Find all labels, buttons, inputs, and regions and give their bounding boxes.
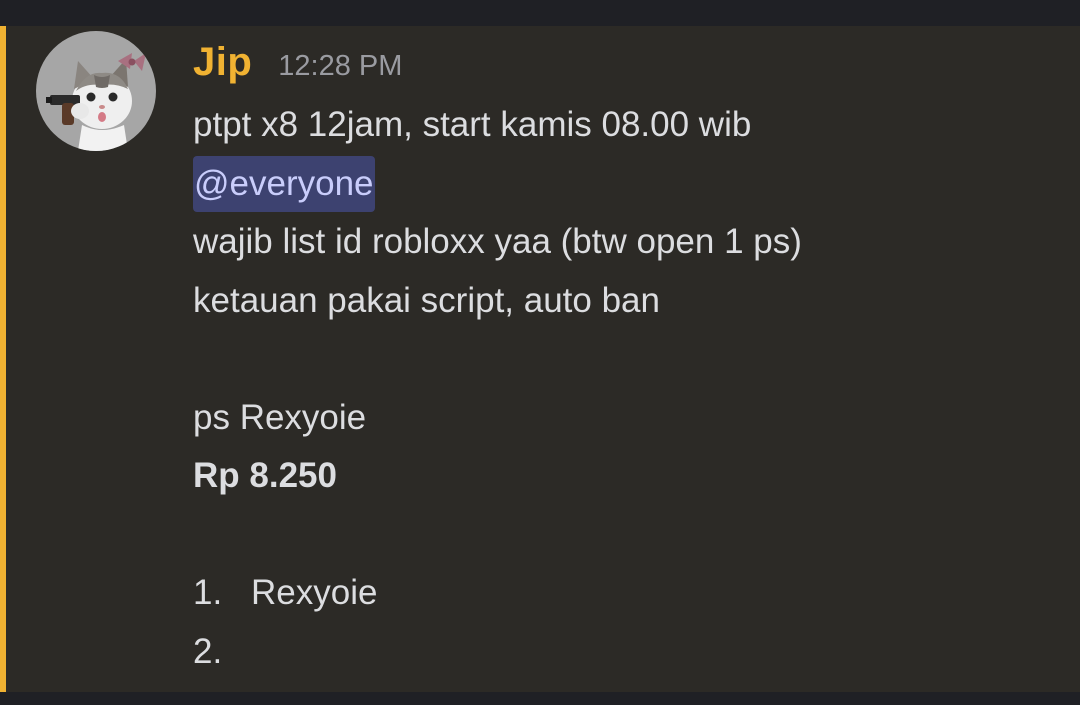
list-item-number: 1.: [193, 573, 223, 612]
list-item: 2.: [193, 627, 1053, 686]
message-content: ptpt x8 12jam, start kamis 08.00 wib @ev…: [193, 100, 1053, 685]
list-item-number: 2.: [193, 631, 223, 671]
message-line-mention: @everyone: [193, 155, 1053, 218]
avatar[interactable]: [36, 31, 156, 151]
cat-with-gun-avatar-icon: [46, 53, 146, 151]
message-line: ptpt x8 12jam, start kamis 08.00 wib: [193, 105, 752, 144]
message-line: ketauan pakai script, auto ban: [193, 280, 660, 320]
mention-highlight-bar: [0, 26, 6, 692]
message-timestamp[interactable]: 12:28 PM: [278, 50, 402, 83]
price-text: Rp 8.250: [193, 456, 337, 495]
list-item: 1. Rexyoie: [193, 568, 1053, 627]
message-line: ps Rexyoie: [193, 397, 367, 437]
everyone-mention[interactable]: @everyone: [193, 155, 375, 212]
author-name[interactable]: Jip: [193, 40, 252, 85]
message-header: Jip 12:28 PM: [193, 40, 402, 96]
list-item-text: Rexyoie: [251, 573, 378, 612]
chat-message[interactable]: Jip 12:28 PM ptpt x8 12jam, start kamis …: [0, 26, 1080, 692]
message-line: wajib list id robloxx yaa (btw open 1 ps…: [193, 222, 802, 261]
chat-viewport: Jip 12:28 PM ptpt x8 12jam, start kamis …: [0, 0, 1080, 705]
